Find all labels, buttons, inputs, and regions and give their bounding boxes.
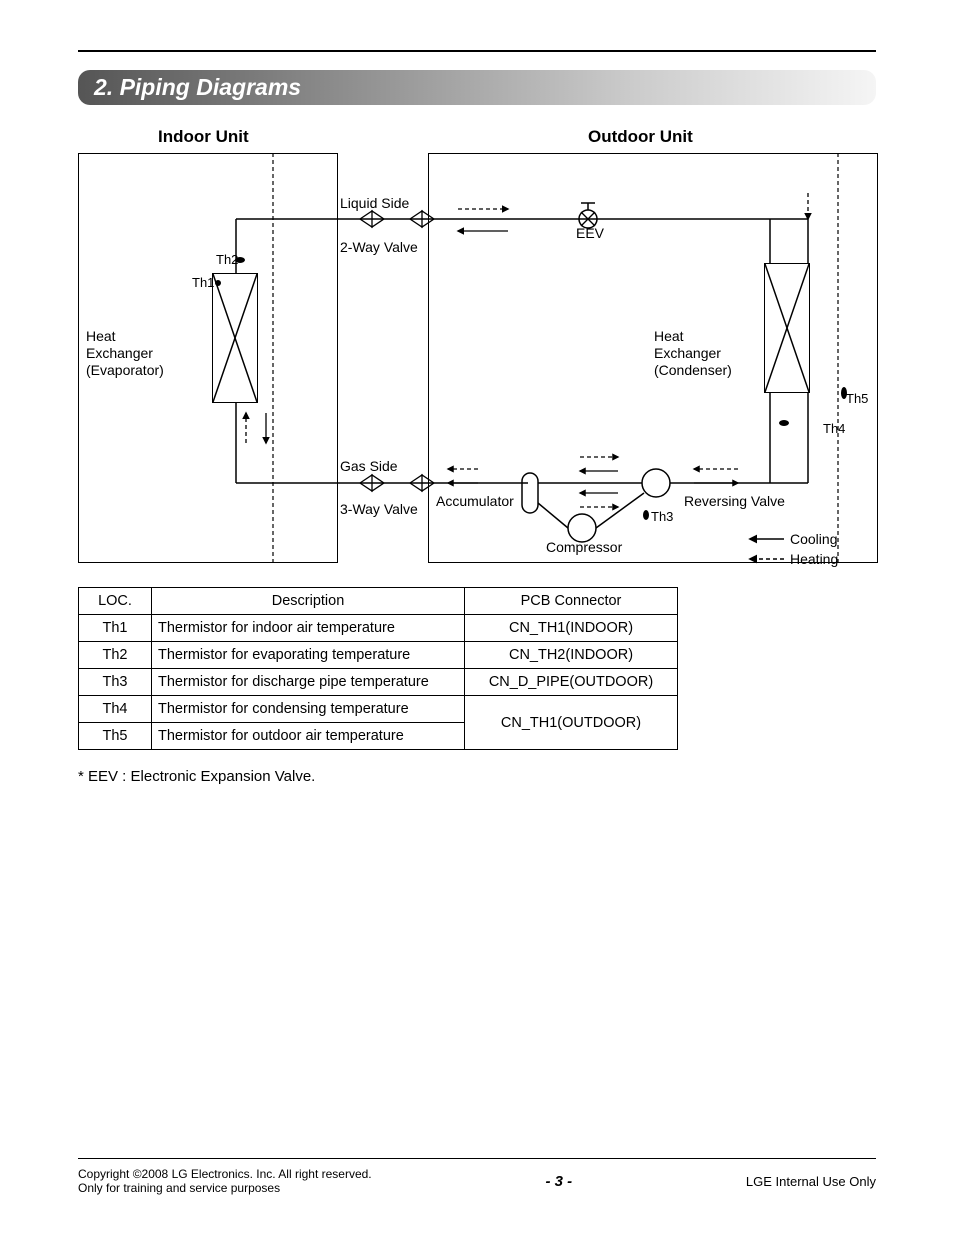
page-footer: Copyright ©2008 LG Electronics. Inc. All… (78, 1158, 876, 1195)
cell-loc: Th4 (79, 696, 152, 723)
cell-pcb: CN_TH1(INDOOR) (465, 615, 678, 642)
cell-loc: Th1 (79, 615, 152, 642)
cell-loc: Th5 (79, 723, 152, 750)
thermistor-table: LOC. Description PCB Connector Th1 Therm… (78, 587, 678, 750)
cell-desc: Thermistor for outdoor air temperature (152, 723, 465, 750)
th-pcb: PCB Connector (465, 588, 678, 615)
cell-desc: Thermistor for discharge pipe temperatur… (152, 669, 465, 696)
section-title: 2. Piping Diagrams (78, 70, 876, 105)
footer-left: Copyright ©2008 LG Electronics. Inc. All… (78, 1167, 372, 1195)
th-loc: LOC. (79, 588, 152, 615)
table-row: Th1 Thermistor for indoor air temperatur… (79, 615, 678, 642)
cell-pcb: CN_TH1(OUTDOOR) (465, 696, 678, 750)
eev-note: * EEV : Electronic Expansion Valve. (78, 768, 876, 785)
cell-pcb: CN_TH2(INDOOR) (465, 642, 678, 669)
copyright-line-1: Copyright ©2008 LG Electronics. Inc. All… (78, 1167, 372, 1181)
copyright-line-2: Only for training and service purposes (78, 1181, 372, 1195)
table-row: Th3 Thermistor for discharge pipe temper… (79, 669, 678, 696)
footer-right: LGE Internal Use Only (746, 1174, 876, 1189)
piping-svg (78, 133, 878, 573)
cell-desc: Thermistor for condensing temperature (152, 696, 465, 723)
cell-loc: Th3 (79, 669, 152, 696)
cell-desc: Thermistor for evaporating temperature (152, 642, 465, 669)
cell-loc: Th2 (79, 642, 152, 669)
table-header-row: LOC. Description PCB Connector (79, 588, 678, 615)
cell-desc: Thermistor for indoor air temperature (152, 615, 465, 642)
page-number: - 3 - (545, 1173, 572, 1190)
th-desc: Description (152, 588, 465, 615)
piping-diagram: Indoor Unit Outdoor Unit Heat Exchanger … (78, 133, 878, 563)
table-row: Th2 Thermistor for evaporating temperatu… (79, 642, 678, 669)
table-row: Th4 Thermistor for condensing temperatur… (79, 696, 678, 723)
cell-pcb: CN_D_PIPE(OUTDOOR) (465, 669, 678, 696)
